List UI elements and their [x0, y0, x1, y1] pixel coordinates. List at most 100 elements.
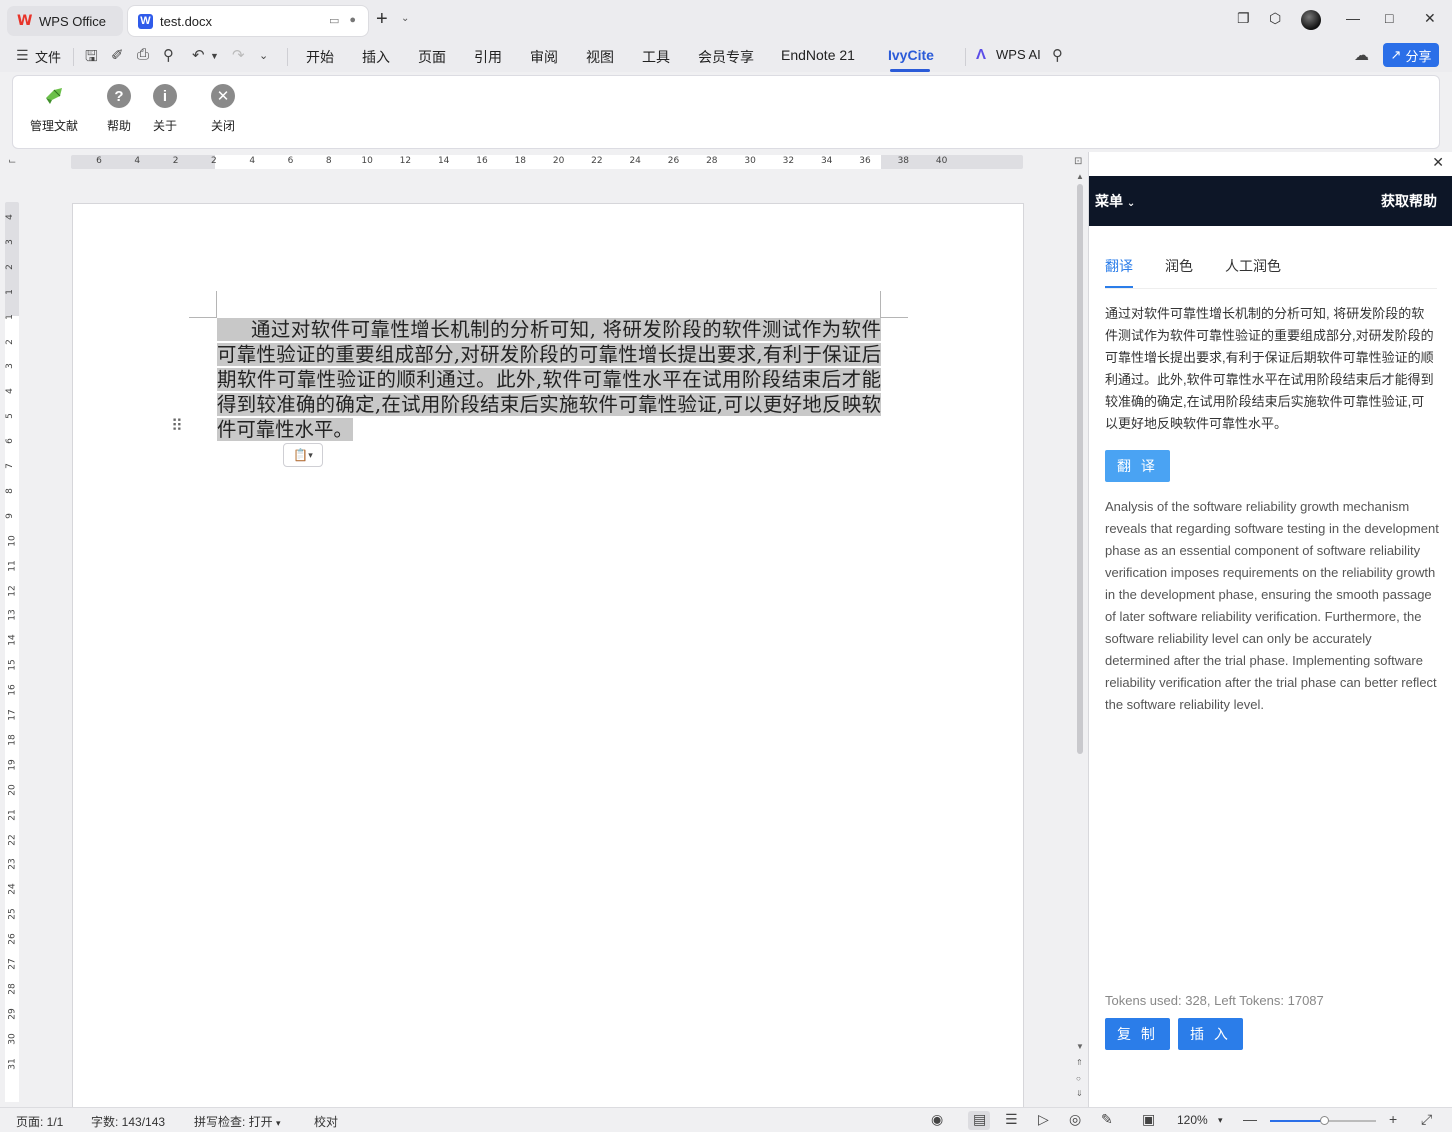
- tab-polish[interactable]: 润色: [1165, 256, 1193, 276]
- prev-page-icon[interactable]: ⇑: [1076, 1058, 1083, 1067]
- tab-label: WPS Office: [39, 13, 106, 29]
- ruler-tick-label: 4: [249, 156, 256, 166]
- menu-item-start[interactable]: 开始: [306, 47, 334, 67]
- wps-ai-button[interactable]: WPS AI: [996, 47, 1041, 62]
- next-page-icon[interactable]: ⇓: [1076, 1089, 1083, 1098]
- menu-item-endnote[interactable]: EndNote 21: [781, 47, 855, 63]
- ruler-tick-label: 1: [4, 288, 15, 295]
- word-count[interactable]: 字数: 143/143: [91, 1113, 165, 1130]
- ruler-tick-label: 9: [4, 512, 15, 519]
- pen-icon[interactable]: ✎: [1101, 1111, 1113, 1128]
- spell-check-toggle[interactable]: 拼写检查: 打开 ▾: [194, 1113, 281, 1130]
- outline-view-icon[interactable]: ☰: [1005, 1111, 1018, 1128]
- tab-document[interactable]: W test.docx ▭ ●: [128, 6, 368, 36]
- menu-item-tools[interactable]: 工具: [642, 47, 670, 67]
- zoom-level[interactable]: 120%: [1177, 1113, 1208, 1127]
- proofread-button[interactable]: 校对: [314, 1113, 338, 1130]
- menu-item-page[interactable]: 页面: [418, 47, 446, 67]
- menu-item-review[interactable]: 审阅: [530, 47, 558, 67]
- cube-icon[interactable]: ⬡: [1269, 10, 1281, 27]
- translation-output[interactable]: Analysis of the software reliability gro…: [1105, 496, 1439, 716]
- ruler-tick-label: 2: [211, 156, 217, 166]
- menu-item-ivycite[interactable]: IvyCite: [888, 47, 934, 63]
- paragraph-drag-handle[interactable]: ⠿: [171, 419, 184, 435]
- wps-ai-icon[interactable]: Λ: [976, 46, 986, 63]
- scroll-up-icon[interactable]: ▲: [1076, 172, 1084, 181]
- tab-stop-selector[interactable]: ⌙: [8, 156, 16, 167]
- ruler-tick-label: 24: [629, 156, 641, 166]
- web-view-icon[interactable]: ◎: [1069, 1111, 1081, 1128]
- manage-references-button[interactable]: 管理文献: [30, 84, 78, 134]
- tab-translate[interactable]: 翻译: [1105, 256, 1133, 276]
- translate-button[interactable]: 翻 译: [1105, 450, 1170, 482]
- redo-icon[interactable]: ↷: [232, 46, 245, 64]
- share-button[interactable]: ↗ 分享: [1383, 43, 1439, 67]
- paste-options-button[interactable]: 📋 ▾: [283, 443, 323, 467]
- maximize-button[interactable]: □: [1385, 10, 1393, 26]
- source-text[interactable]: 通过对软件可靠性增长机制的分析可知, 将研发阶段的软件测试作为软件可靠性验证的重…: [1105, 303, 1437, 435]
- menu-item-reference[interactable]: 引用: [474, 47, 502, 67]
- get-help-link[interactable]: 获取帮助: [1381, 191, 1437, 211]
- question-icon: ?: [107, 84, 131, 108]
- multi-window-icon[interactable]: ❐: [1237, 10, 1250, 27]
- insert-button[interactable]: 插 入: [1178, 1018, 1243, 1050]
- new-tab-button[interactable]: +: [376, 9, 388, 29]
- fullscreen-icon[interactable]: ⤢: [1421, 1111, 1432, 1128]
- ruler-tick-label: 4: [4, 388, 15, 395]
- tab-wps-office[interactable]: W WPS Office: [7, 6, 123, 36]
- close-plugin-button[interactable]: ✕ 关闭: [211, 84, 235, 134]
- ruler-tick-label: 2: [4, 338, 15, 345]
- undo-icon[interactable]: ↶: [192, 46, 205, 64]
- zoom-slider-handle[interactable]: [1320, 1116, 1330, 1125]
- menu-item-member[interactable]: 会员专享: [698, 47, 754, 67]
- tab-manual-polish[interactable]: 人工润色: [1225, 256, 1281, 276]
- eye-icon[interactable]: ◉: [931, 1111, 943, 1128]
- horizontal-ruler[interactable]: 6 4 2 2 4 6 8 10 12 14 16 18 20 22 24 26 28 30 32 34 36 38 40: [71, 155, 1023, 169]
- ruler-toggle-icon[interactable]: ⊡: [1074, 156, 1082, 167]
- chevron-down-icon[interactable]: ▼: [210, 51, 219, 61]
- page-indicator[interactable]: 页面: 1/1: [16, 1113, 63, 1130]
- menu-item-view[interactable]: 视图: [586, 47, 614, 67]
- print-icon[interactable]: ⎙: [137, 46, 149, 63]
- scrollbar-thumb[interactable]: [1077, 184, 1083, 754]
- fit-page-icon[interactable]: ▣: [1142, 1111, 1155, 1128]
- chevron-down-icon[interactable]: ▾: [1218, 1115, 1223, 1126]
- file-menu[interactable]: 文件: [35, 47, 61, 66]
- chevron-down-icon[interactable]: ⌄: [401, 13, 409, 24]
- print-preview-icon[interactable]: ⚲: [163, 46, 174, 64]
- ruler-tick-label: 16: [476, 156, 488, 166]
- panel-menu-button[interactable]: 菜单 ⌄: [1095, 191, 1135, 211]
- save-icon[interactable]: 🖫: [85, 46, 98, 71]
- help-button[interactable]: ? 帮助: [107, 84, 131, 134]
- hamburger-icon[interactable]: ☰: [16, 47, 29, 64]
- close-window-button[interactable]: ✕: [1424, 10, 1436, 27]
- page-view-icon[interactable]: ▤: [973, 1111, 986, 1128]
- about-button[interactable]: i 关于: [153, 84, 177, 134]
- zoom-out-icon[interactable]: —: [1243, 1111, 1257, 1127]
- document-page[interactable]: ⠿ 通过对软件可靠性增长机制的分析可知, 将研发阶段的软件测试作为软件可靠性验证…: [72, 203, 1024, 1108]
- close-icon[interactable]: ✕: [1432, 154, 1444, 171]
- minimize-button[interactable]: —: [1346, 10, 1360, 26]
- copy-button[interactable]: 复 制: [1105, 1018, 1170, 1050]
- avatar[interactable]: [1301, 10, 1321, 30]
- menu-item-insert[interactable]: 插入: [362, 47, 390, 67]
- vertical-ruler[interactable]: 4 3 2 1 1 2 3 4 5 6 7 8 9 10 11 12 13 14 15 16 17 18 19 20 21 22 2…: [5, 202, 19, 1102]
- ruler-tick-label: 31: [7, 1057, 18, 1070]
- ruler-tick-label: 4: [4, 214, 15, 220]
- ruler-tick-label: 4: [134, 156, 141, 166]
- ruler-tick-label: 24: [7, 883, 18, 896]
- select-browse-icon[interactable]: ○: [1076, 1074, 1081, 1083]
- ruler-tick-label: 8: [325, 156, 332, 166]
- scroll-down-icon[interactable]: ▼: [1076, 1042, 1084, 1051]
- monitor-icon[interactable]: ▭: [329, 14, 339, 27]
- search-icon[interactable]: ⚲: [1052, 46, 1063, 64]
- format-painter-icon[interactable]: ✐: [111, 46, 124, 64]
- zoom-slider[interactable]: [1270, 1116, 1376, 1125]
- play-icon[interactable]: ▷: [1038, 1111, 1049, 1128]
- cloud-icon[interactable]: ☁: [1354, 46, 1369, 64]
- chevron-down-icon[interactable]: ⌄: [259, 49, 268, 62]
- vertical-scrollbar[interactable]: ▲ ▼ ⇑ ○ ⇓: [1074, 172, 1086, 1107]
- unsaved-dot-icon[interactable]: ●: [349, 14, 356, 27]
- document-paragraph[interactable]: 通过对软件可靠性增长机制的分析可知, 将研发阶段的软件测试作为软件可靠性验证的重…: [217, 317, 881, 442]
- zoom-in-icon[interactable]: +: [1389, 1111, 1397, 1127]
